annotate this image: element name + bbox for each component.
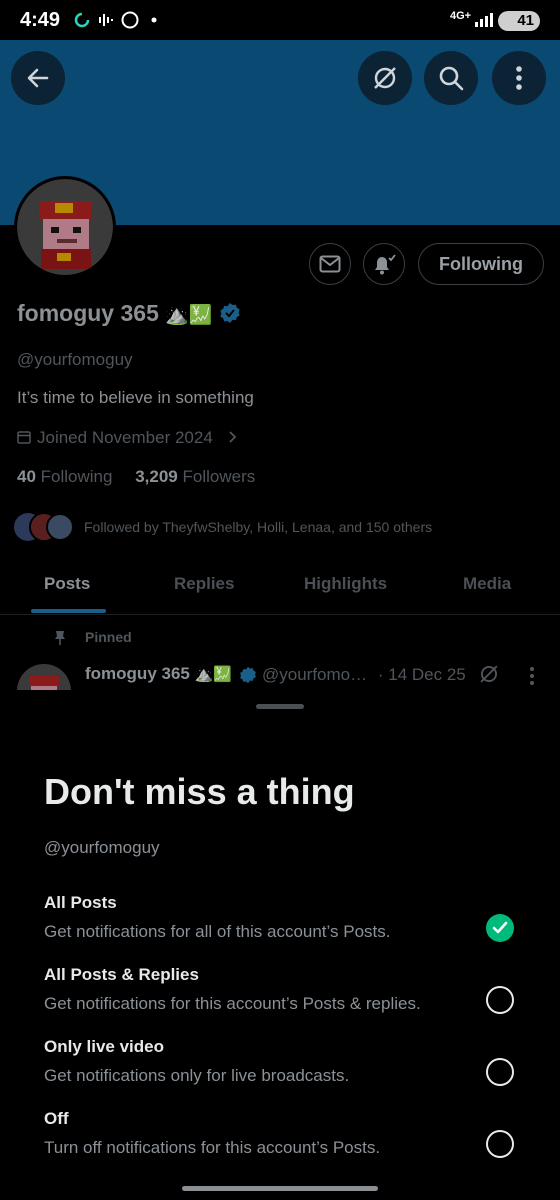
post-author-name: fomoguy 365 — [85, 664, 190, 683]
pixel-avatar-image — [17, 179, 113, 275]
sheet-handle: @yourfomoguy — [44, 838, 160, 857]
profile-handle: @yourfomoguy — [17, 350, 133, 369]
joined-text: Joined November 2024 — [37, 428, 213, 447]
option-live-video-desc[interactable]: Get notifications only for live broadcas… — [44, 1066, 349, 1086]
signal-icon — [474, 12, 494, 31]
display-name-text: fomoguy 365 — [17, 300, 159, 326]
verified-badge-icon — [220, 303, 240, 323]
status-bar: 4:49 4G+ 41 — [0, 0, 560, 40]
grok-icon — [374, 67, 396, 89]
followers-stat[interactable]: 3,209 Followers — [135, 467, 255, 486]
post-author-emoji: ⛰️💹 — [194, 666, 232, 683]
post-meta: @yourfomo… · 14 Dec 25 — [262, 665, 466, 685]
option-posts-replies-radio[interactable] — [486, 986, 514, 1014]
option-posts-replies-title[interactable]: All Posts & Replies — [44, 965, 199, 985]
following-label: Following — [40, 467, 113, 486]
active-tab-indicator — [31, 609, 106, 613]
home-indicator[interactable] — [182, 1186, 378, 1191]
follower-avatar-stack — [14, 512, 74, 542]
battery-indicator: 41 — [498, 11, 540, 31]
option-live-video-title[interactable]: Only live video — [44, 1037, 164, 1057]
tab-highlights[interactable]: Highlights — [304, 574, 387, 594]
more-vertical-icon — [516, 66, 522, 90]
network-type: 4G+ — [450, 10, 472, 22]
notification-settings-sheet — [0, 690, 560, 1200]
profile-bio: It’s time to believe in something — [17, 388, 254, 407]
option-all-posts-radio[interactable] — [486, 914, 514, 942]
chevron-right-icon — [228, 431, 236, 443]
notification-icons — [74, 11, 157, 29]
post-handle: @yourfomo… — [262, 665, 368, 684]
pin-icon — [54, 630, 66, 651]
notifications-button[interactable] — [363, 243, 405, 285]
message-button[interactable] — [309, 243, 351, 285]
checkmark-icon — [492, 921, 508, 934]
option-live-video-radio[interactable] — [486, 1058, 514, 1086]
following-stat[interactable]: 40 Following — [17, 467, 112, 486]
option-all-posts-title[interactable]: All Posts — [44, 893, 117, 913]
search-button[interactable] — [424, 51, 478, 105]
joined-date[interactable]: Joined November 2024 — [17, 428, 238, 448]
grok-button[interactable] — [358, 51, 412, 105]
back-button[interactable] — [11, 51, 65, 105]
status-time: 4:49 — [20, 9, 61, 31]
profile-display-name: fomoguy 365 ⛰️💹 — [17, 300, 241, 327]
followers-count: 3,209 — [135, 467, 178, 486]
post-date: · 14 Dec 25 — [377, 665, 466, 684]
follow-stats: 40 Following 3,209 Followers — [17, 467, 255, 487]
tab-replies[interactable]: Replies — [174, 574, 234, 594]
follower-avatars[interactable] — [14, 510, 74, 544]
profile-tabs: Posts Replies Highlights Media — [0, 568, 560, 615]
pinned-label: Pinned — [85, 629, 132, 645]
option-off-radio[interactable] — [486, 1130, 514, 1158]
followed-by-text[interactable]: Followed by TheyfwShelby, Holli, Lenaa, … — [84, 519, 432, 535]
post-more-icon[interactable] — [529, 666, 535, 686]
tab-media[interactable]: Media — [463, 574, 511, 594]
following-button[interactable]: Following — [418, 243, 544, 285]
option-off-title[interactable]: Off — [44, 1109, 69, 1129]
name-emoji: ⛰️💹 — [165, 305, 213, 326]
bell-check-icon — [375, 254, 396, 275]
envelope-icon — [319, 255, 341, 273]
post-author: fomoguy 365 ⛰️💹 — [85, 664, 232, 684]
calendar-icon — [17, 431, 31, 444]
profile-avatar[interactable] — [14, 176, 116, 278]
search-icon — [439, 66, 464, 91]
tab-posts[interactable]: Posts — [44, 574, 90, 594]
sheet-drag-handle[interactable] — [256, 704, 304, 709]
more-options-button[interactable] — [492, 51, 546, 105]
followers-label: Followers — [182, 467, 256, 486]
sheet-title: Don't miss a thing — [44, 771, 355, 812]
option-all-posts-desc[interactable]: Get notifications for all of this accoun… — [44, 922, 390, 942]
following-count: 40 — [17, 467, 36, 486]
post-verified-badge-icon — [240, 666, 256, 684]
option-posts-replies-desc[interactable]: Get notifications for this account’s Pos… — [44, 994, 421, 1014]
option-off-desc[interactable]: Turn off notifications for this account’… — [44, 1138, 380, 1158]
post-grok-icon[interactable] — [478, 663, 500, 685]
status-icons — [74, 11, 164, 34]
battery-level: 41 — [517, 12, 534, 29]
arrow-left-icon — [27, 68, 49, 88]
